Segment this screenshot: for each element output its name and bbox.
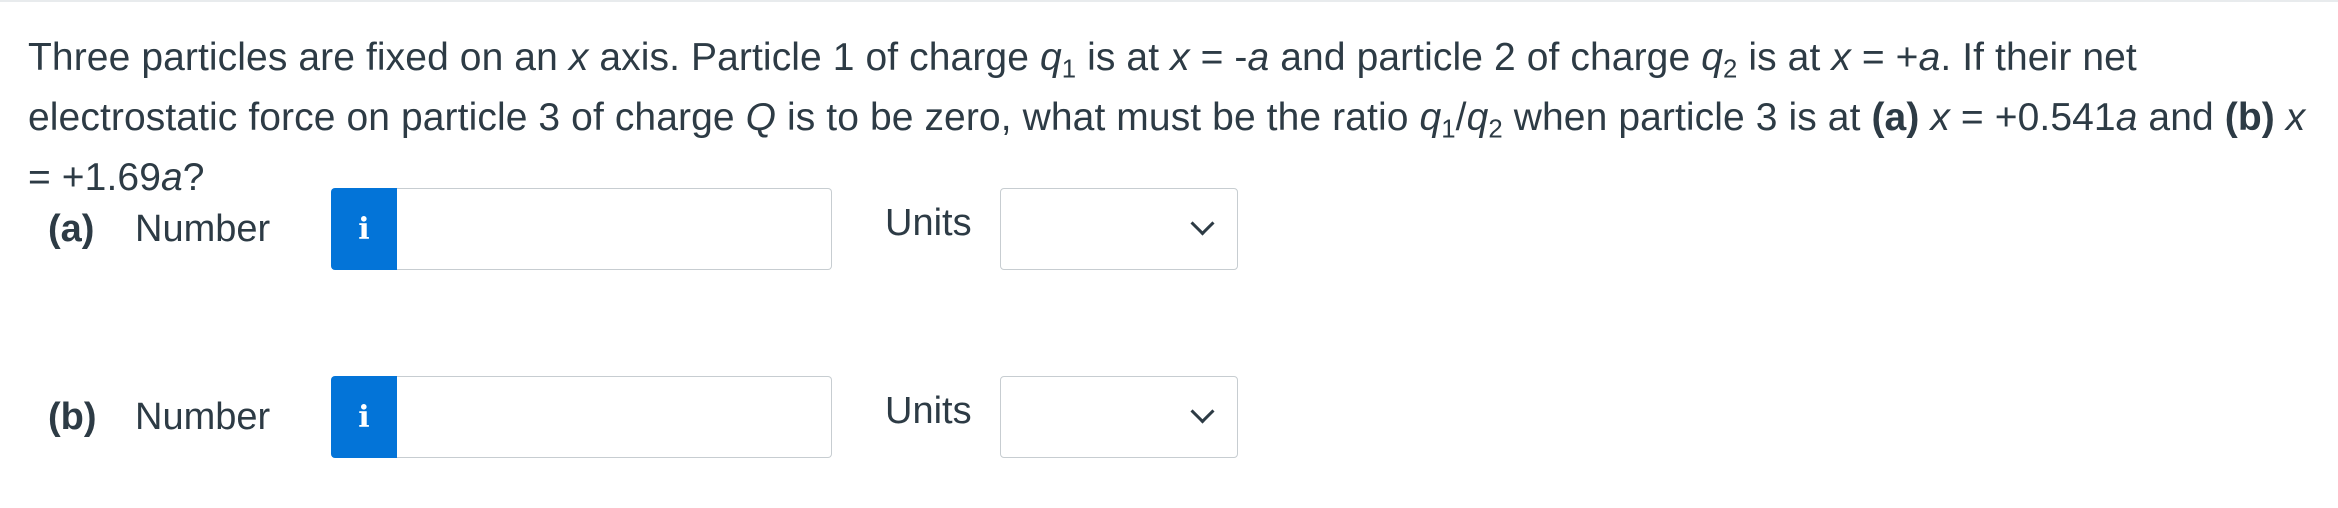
units-label-b: Units	[885, 390, 972, 432]
answer-row-b: (b) Number i Units	[0, 376, 1300, 460]
chevron-down-icon	[1190, 211, 1215, 236]
chevron-down-icon	[1190, 399, 1215, 424]
info-icon[interactable]: i	[331, 188, 397, 270]
number-input-a[interactable]	[397, 188, 832, 270]
units-select-a[interactable]	[1000, 188, 1238, 270]
number-input-b[interactable]	[397, 376, 832, 458]
number-label-b: Number	[135, 396, 271, 438]
number-label-a: Number	[135, 208, 271, 250]
question-text: Three particles are fixed on an x axis. …	[28, 36, 2306, 199]
answer-row-a: (a) Number i Units	[0, 188, 1300, 272]
units-label-a: Units	[885, 202, 972, 244]
units-select-b[interactable]	[1000, 376, 1238, 458]
part-label-b: (b)	[48, 396, 97, 438]
info-icon[interactable]: i	[331, 376, 397, 458]
part-label-a: (a)	[48, 208, 95, 250]
top-divider	[0, 0, 2338, 2]
